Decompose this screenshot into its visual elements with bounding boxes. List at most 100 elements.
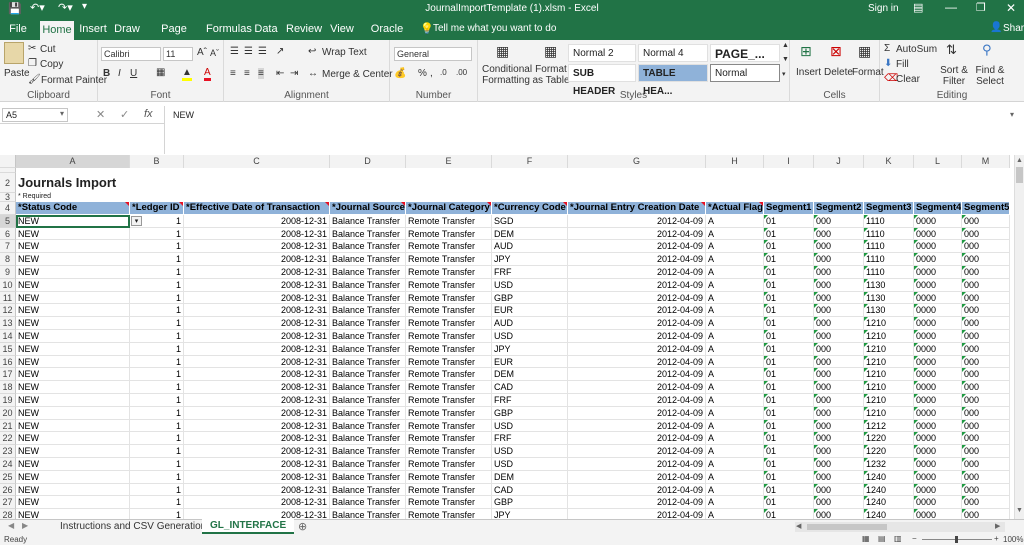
- table-cell[interactable]: USD: [492, 278, 568, 292]
- table-cell[interactable]: USD: [492, 419, 568, 433]
- autosum-button[interactable]: AutoSum: [896, 44, 937, 55]
- table-cell[interactable]: NEW: [16, 253, 130, 266]
- table-cell[interactable]: 0000: [914, 278, 962, 292]
- table-cell[interactable]: 2008-12-31: [184, 304, 330, 318]
- table-cell[interactable]: NEW: [16, 483, 130, 497]
- table-cell[interactable]: Balance Transfer: [330, 496, 406, 510]
- table-cell[interactable]: JPY: [492, 253, 568, 266]
- styles-scroll-up-icon[interactable]: ▲: [782, 42, 789, 49]
- formula-input[interactable]: NEW: [173, 110, 194, 120]
- table-cell[interactable]: 1: [130, 394, 184, 407]
- table-cell[interactable]: USD: [492, 458, 568, 471]
- increase-decimal-icon[interactable]: .0: [440, 68, 447, 77]
- align-right-icon[interactable]: ≡: [258, 68, 264, 79]
- table-cell[interactable]: A: [706, 317, 764, 330]
- table-cell[interactable]: NEW: [16, 406, 130, 420]
- table-cell[interactable]: 2008-12-31: [184, 317, 330, 330]
- row-header[interactable]: 18: [0, 381, 16, 394]
- table-cell[interactable]: Remote Transfer: [406, 227, 492, 241]
- column-header[interactable]: E: [406, 155, 492, 168]
- table-cell[interactable]: 0000: [914, 406, 962, 420]
- table-cell[interactable]: NEW: [16, 240, 130, 254]
- sign-in-link[interactable]: Sign in: [868, 3, 899, 14]
- table-cell[interactable]: 1: [130, 496, 184, 510]
- row-header[interactable]: 23: [0, 445, 16, 458]
- comma-icon[interactable]: ,: [430, 68, 433, 79]
- table-cell[interactable]: Balance Transfer: [330, 355, 406, 369]
- table-cell[interactable]: 1130: [864, 304, 914, 318]
- table-cell[interactable]: 1: [130, 278, 184, 292]
- borders-icon[interactable]: ▦: [156, 67, 165, 78]
- table-cell[interactable]: A: [706, 355, 764, 369]
- table-cell[interactable]: NEW: [16, 355, 130, 369]
- table-cell[interactable]: A: [706, 445, 764, 458]
- table-cell[interactable]: 2012-04-09: [568, 330, 706, 343]
- table-cell[interactable]: 000: [814, 214, 864, 228]
- middle-align-icon[interactable]: ☰: [244, 46, 253, 57]
- tab-page-layout[interactable]: Page Layout: [148, 18, 200, 57]
- table-cell[interactable]: Balance Transfer: [330, 266, 406, 279]
- column-header[interactable]: D: [330, 155, 406, 168]
- table-cell[interactable]: USD: [492, 445, 568, 458]
- table-cell[interactable]: 1210: [864, 394, 914, 407]
- table-cell[interactable]: 000: [962, 509, 1010, 519]
- row-header[interactable]: 21: [0, 419, 16, 433]
- table-cell[interactable]: DEM: [492, 368, 568, 382]
- table-cell[interactable]: 1110: [864, 214, 914, 228]
- tab-view[interactable]: View: [328, 18, 356, 40]
- table-cell[interactable]: Balance Transfer: [330, 458, 406, 471]
- table-cell[interactable]: 0000: [914, 227, 962, 241]
- row-header[interactable]: 26: [0, 483, 16, 497]
- table-cell[interactable]: 0000: [914, 368, 962, 382]
- column-header[interactable]: L: [914, 155, 962, 168]
- decrease-decimal-icon[interactable]: .00: [456, 68, 467, 77]
- table-cell[interactable]: 1210: [864, 368, 914, 382]
- table-cell[interactable]: DEM: [492, 470, 568, 484]
- table-cell[interactable]: A: [706, 214, 764, 228]
- table-cell[interactable]: 2012-04-09: [568, 266, 706, 279]
- table-cell[interactable]: Balance Transfer: [330, 227, 406, 241]
- currency-icon[interactable]: 💰: [394, 68, 406, 79]
- table-cell[interactable]: 000: [814, 291, 864, 305]
- zoom-level[interactable]: 100%: [1003, 535, 1023, 544]
- table-cell[interactable]: 1240: [864, 496, 914, 510]
- cancel-entry-icon[interactable]: ✕: [96, 108, 105, 121]
- style-normal[interactable]: Normal: [710, 64, 780, 82]
- table-cell[interactable]: EUR: [492, 304, 568, 318]
- table-cell[interactable]: Remote Transfer: [406, 304, 492, 318]
- table-cell[interactable]: 0000: [914, 266, 962, 279]
- table-cell[interactable]: 2012-04-09: [568, 419, 706, 433]
- table-cell[interactable]: 2012-04-09: [568, 214, 706, 228]
- table-cell[interactable]: A: [706, 419, 764, 433]
- table-cell[interactable]: 1110: [864, 227, 914, 241]
- column-header[interactable]: C: [184, 155, 330, 168]
- style-normal-2[interactable]: Normal 2: [568, 44, 636, 62]
- table-cell[interactable]: 2012-04-09: [568, 240, 706, 254]
- table-cell[interactable]: A: [706, 470, 764, 484]
- tab-review[interactable]: Review: [286, 18, 322, 40]
- table-cell[interactable]: 1: [130, 368, 184, 382]
- table-cell[interactable]: A: [706, 227, 764, 241]
- horizontal-scrollbar[interactable]: ◀ ▶: [795, 522, 1005, 532]
- table-cell[interactable]: Balance Transfer: [330, 240, 406, 254]
- table-cell[interactable]: 2008-12-31: [184, 266, 330, 279]
- scroll-left-icon[interactable]: ◀: [796, 522, 801, 530]
- table-cell[interactable]: 2008-12-31: [184, 483, 330, 497]
- table-cell[interactable]: 2008-12-31: [184, 419, 330, 433]
- table-cell[interactable]: 000: [962, 496, 1010, 510]
- bold-icon[interactable]: B: [103, 68, 110, 79]
- table-cell[interactable]: 000: [962, 483, 1010, 497]
- confirm-entry-icon[interactable]: ✓: [120, 108, 129, 121]
- wrap-text-button[interactable]: Wrap Text: [322, 47, 367, 58]
- table-cell[interactable]: 1240: [864, 509, 914, 519]
- table-cell[interactable]: A: [706, 330, 764, 343]
- table-cell[interactable]: Balance Transfer: [330, 330, 406, 343]
- active-cell-selection[interactable]: [16, 214, 130, 228]
- table-cell[interactable]: Balance Transfer: [330, 253, 406, 266]
- table-cell[interactable]: 1220: [864, 445, 914, 458]
- table-cell[interactable]: 1: [130, 342, 184, 356]
- table-cell[interactable]: 2012-04-09: [568, 483, 706, 497]
- table-cell[interactable]: Balance Transfer: [330, 419, 406, 433]
- table-cell[interactable]: 2008-12-31: [184, 445, 330, 458]
- zoom-out-icon[interactable]: −: [912, 534, 917, 543]
